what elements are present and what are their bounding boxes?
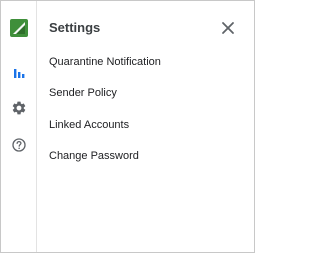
page-title: Settings xyxy=(49,20,101,35)
gear-icon[interactable] xyxy=(10,99,28,117)
help-circle-icon[interactable] xyxy=(10,136,28,154)
menu-item-change-password[interactable]: Change Password xyxy=(49,150,139,162)
icon-rail xyxy=(1,1,37,252)
settings-panel: Settings Quarantine Notification Sender … xyxy=(37,1,254,252)
close-icon[interactable] xyxy=(221,21,235,35)
brand-logo-icon xyxy=(10,19,28,37)
menu-item-sender-policy[interactable]: Sender Policy xyxy=(49,87,117,99)
menu-item-quarantine-notification[interactable]: Quarantine Notification xyxy=(49,56,161,68)
menu-item-linked-accounts[interactable]: Linked Accounts xyxy=(49,119,129,131)
settings-window: Settings Quarantine Notification Sender … xyxy=(0,0,255,253)
bar-chart-icon[interactable] xyxy=(10,64,28,82)
